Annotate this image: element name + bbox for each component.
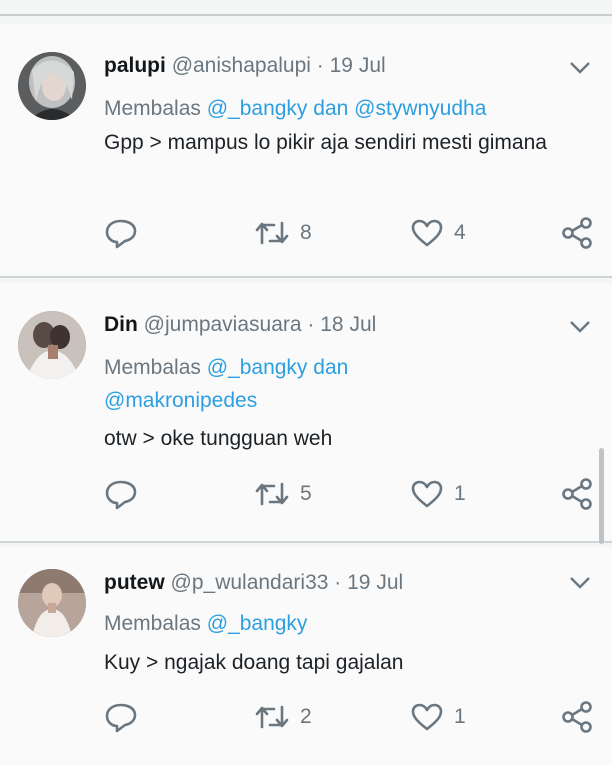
share-button[interactable] — [560, 701, 594, 733]
scrollbar[interactable] — [599, 448, 604, 544]
tweet-actions: 8 4 — [104, 217, 612, 249]
mention-connector[interactable]: dan — [313, 97, 348, 120]
tweet-card[interactable]: putew @p_wulandari33 · 19 Jul Membalas @… — [0, 547, 612, 765]
chevron-down-icon[interactable] — [568, 60, 592, 76]
display-name[interactable]: putew — [104, 571, 165, 594]
like-button[interactable]: 1 — [410, 701, 466, 733]
separator-dot: · — [334, 571, 342, 594]
user-handle[interactable]: @jumpaviasuara — [144, 313, 302, 336]
replying-to-line: Membalas @_bangky dan @makronipedes — [104, 351, 434, 417]
share-icon — [562, 701, 592, 733]
heart-icon — [411, 480, 443, 508]
retweet-button[interactable]: 8 — [254, 217, 312, 249]
reply-button[interactable] — [104, 478, 138, 510]
reply-icon — [105, 219, 137, 249]
retweet-count: 2 — [300, 705, 312, 728]
replying-to-label: Membalas — [104, 356, 201, 379]
retweet-icon — [255, 221, 289, 245]
tweet-actions: 2 1 — [104, 701, 612, 733]
replying-to-line: Membalas @_bangky dan @stywnyudha — [104, 92, 594, 125]
user-handle[interactable]: @p_wulandari33 — [171, 571, 329, 594]
avatar[interactable] — [18, 52, 86, 120]
chevron-down-icon[interactable] — [568, 319, 592, 335]
tweet-text: otw > oke tungguan weh — [104, 427, 333, 450]
like-count: 1 — [454, 482, 466, 505]
share-icon — [562, 217, 592, 249]
chevron-down-icon[interactable] — [568, 575, 592, 591]
retweet-count: 8 — [300, 221, 312, 244]
replying-to-line: Membalas @_bangky — [104, 607, 594, 640]
retweet-icon — [255, 705, 289, 729]
like-count: 4 — [454, 221, 466, 244]
tweet-date[interactable]: 19 Jul — [330, 54, 386, 77]
avatar-photo-couple — [18, 311, 86, 379]
heart-icon — [411, 219, 443, 247]
reply-button[interactable] — [104, 217, 138, 249]
user-handle[interactable]: @anishapalupi — [172, 54, 311, 77]
mention-link[interactable]: @stywnyudha — [354, 97, 486, 120]
heart-icon — [411, 703, 443, 731]
share-button[interactable] — [560, 217, 594, 249]
replying-to-label: Membalas — [104, 97, 201, 120]
avatar[interactable] — [18, 311, 86, 379]
mention-link[interactable]: @_bangky — [207, 612, 308, 635]
replying-to-label: Membalas — [104, 612, 201, 635]
twitter-replies-screen: palupi @anishapalupi · 19 Jul Membalas @… — [0, 0, 612, 765]
separator-dot: · — [307, 313, 315, 336]
like-button[interactable]: 1 — [410, 478, 466, 510]
retweet-icon — [255, 482, 289, 506]
display-name[interactable]: Din — [104, 313, 138, 336]
tweet-date[interactable]: 19 Jul — [347, 571, 403, 594]
like-count: 1 — [454, 705, 466, 728]
tweet-date[interactable]: 18 Jul — [320, 313, 376, 336]
share-icon — [562, 478, 592, 510]
mention-link[interactable]: @makronipedes — [104, 389, 257, 412]
retweet-button[interactable]: 2 — [254, 701, 312, 733]
mention-link[interactable]: @_bangky — [207, 356, 308, 379]
tweet-actions: 5 1 — [104, 478, 612, 510]
tweet-header: palupi @anishapalupi · 19 Jul — [104, 54, 386, 78]
tweet-header: putew @p_wulandari33 · 19 Jul — [104, 571, 403, 595]
tweet-header: Din @jumpaviasuara · 18 Jul — [104, 313, 376, 337]
mention-link[interactable]: @_bangky — [207, 97, 308, 120]
reply-icon — [105, 703, 137, 733]
divider — [0, 14, 612, 16]
reply-button[interactable] — [104, 701, 138, 733]
display-name[interactable]: palupi — [104, 54, 166, 77]
share-button[interactable] — [560, 478, 594, 510]
tweet-text: Gpp > mampus lo pikir aja sendiri mesti … — [104, 131, 547, 154]
retweet-count: 5 — [300, 482, 312, 505]
avatar[interactable] — [18, 569, 86, 637]
tweet-card[interactable]: palupi @anishapalupi · 19 Jul Membalas @… — [0, 24, 612, 278]
tweet-text: Kuy > ngajak doang tapi gajalan — [104, 651, 404, 674]
like-button[interactable]: 4 — [410, 217, 466, 249]
avatar-photo-person — [18, 569, 86, 637]
mention-connector[interactable]: dan — [313, 356, 348, 379]
separator-dot: · — [316, 54, 324, 77]
tweet-card[interactable]: Din @jumpaviasuara · 18 Jul Membalas @_b… — [0, 283, 612, 543]
avatar-photo-woman — [18, 52, 86, 120]
retweet-button[interactable]: 5 — [254, 478, 312, 510]
reply-icon — [105, 480, 137, 510]
